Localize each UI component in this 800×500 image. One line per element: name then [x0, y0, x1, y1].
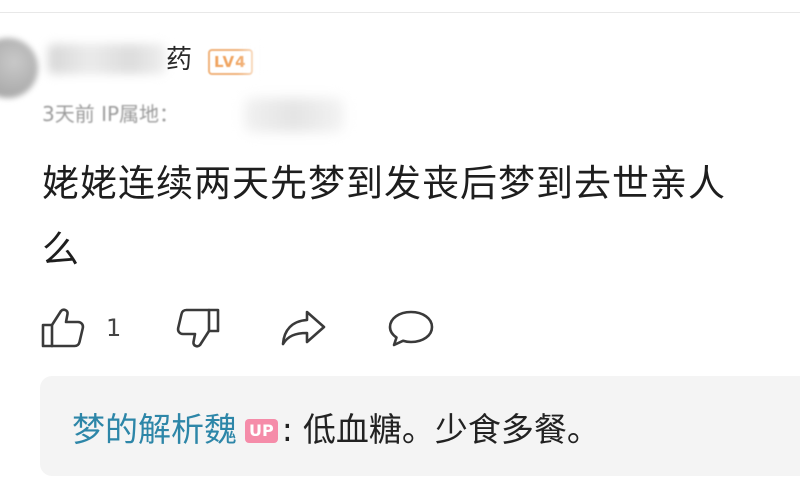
thumbs-down-icon — [175, 307, 221, 349]
reply-line: 梦的解析魏 UP: 低血糖。少食多餐。 — [72, 408, 600, 452]
reply-button[interactable] — [387, 306, 435, 350]
comment-actions: 1 — [40, 306, 460, 350]
reply-preview[interactable]: 梦的解析魏 UP: 低血糖。少食多餐。 — [40, 376, 800, 476]
level-badge-blur — [238, 42, 278, 78]
like-button[interactable]: 1 — [40, 306, 121, 350]
thumbs-up-icon — [40, 307, 86, 349]
comment-text-line-1: 姥姥连续两天先梦到发丧后梦到去世亲人 — [42, 162, 726, 205]
ip-location-blurred — [244, 98, 344, 132]
dislike-button[interactable] — [175, 306, 221, 350]
comment-bubble-icon — [387, 308, 435, 348]
username[interactable]: 药 — [166, 44, 192, 76]
divider — [0, 12, 800, 13]
share-arrow-icon — [280, 308, 328, 348]
reply-separator: : — [281, 410, 293, 449]
reply-text: 低血糖。少食多餐。 — [302, 410, 600, 449]
comment-meta: 3天前 IP属地： — [42, 102, 180, 126]
share-button[interactable] — [280, 306, 328, 350]
username-blurred — [48, 44, 166, 74]
avatar[interactable] — [0, 38, 38, 98]
comment-text-line-2: 么 — [42, 228, 80, 271]
comment-screen: 药 LV4 3天前 IP属地： 姥姥连续两天先梦到发丧后梦到去世亲人 么 1 梦… — [0, 0, 800, 500]
up-badge: UP — [245, 419, 278, 443]
reply-author[interactable]: 梦的解析魏 — [72, 410, 237, 449]
comment-text: 姥姥连续两天先梦到发丧后梦到去世亲人 么 — [42, 160, 800, 274]
like-count: 1 — [106, 314, 122, 342]
